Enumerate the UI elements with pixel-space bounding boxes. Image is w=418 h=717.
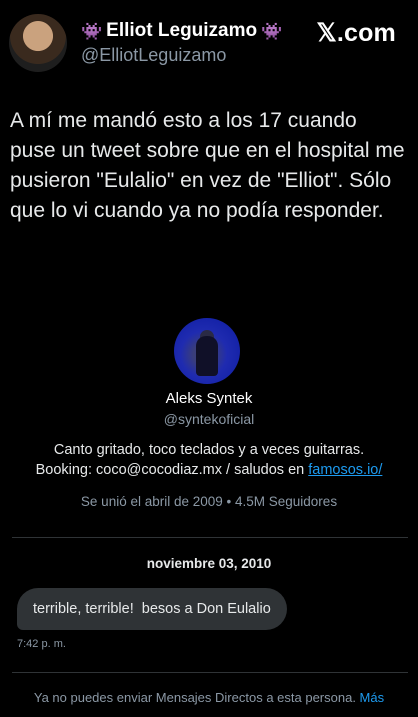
bio-text: Booking: coco@cocodiaz.mx / saludos en xyxy=(35,462,309,478)
message-time: 7:42 p. m. xyxy=(17,638,66,650)
avatar[interactable] xyxy=(9,14,67,72)
divider xyxy=(12,672,408,673)
author-name[interactable]: Elliot Leguizamo xyxy=(106,20,257,42)
profile-handle: @syntekoficial xyxy=(163,411,255,427)
bio-line-1: Canto gritado, toco teclados y a veces g… xyxy=(53,442,365,458)
message-bubble[interactable]: terrible, terrible! besos a Don Eulalio xyxy=(17,588,287,630)
alien-monster-icon: 👾 xyxy=(81,21,103,41)
profile-bio: Canto gritado, toco teclados y a veces g… xyxy=(0,440,418,480)
author-handle[interactable]: @ElliotLeguizamo xyxy=(81,45,226,66)
tweet-text: A mí me mandó esto a los 17 cuando puse … xyxy=(10,109,405,222)
bio-line-2: Booking: coco@cocodiaz.mx / saludos en f… xyxy=(0,460,418,480)
dm-restriction-notice: Ya no puedes enviar Mensajes Directos a … xyxy=(0,690,418,705)
author-name-row: 👾 Elliot Leguizamo 👾 xyxy=(81,20,282,42)
bio-link[interactable]: famosos.io/ xyxy=(308,462,382,478)
alien-monster-icon: 👾 xyxy=(261,21,283,41)
profile-avatar[interactable] xyxy=(174,318,240,384)
footer-text: Ya no puedes enviar Mensajes Directos a … xyxy=(33,690,360,705)
conversation-date: noviembre 03, 2010 xyxy=(146,556,272,571)
more-link[interactable]: Más xyxy=(360,690,385,705)
profile-joined: Se unió el abril de 2009 • 4.5M Seguidor… xyxy=(80,494,338,509)
x-logo: 𝕏.com xyxy=(316,19,396,47)
profile-name[interactable]: Aleks Syntek xyxy=(0,390,418,407)
divider xyxy=(12,537,408,538)
